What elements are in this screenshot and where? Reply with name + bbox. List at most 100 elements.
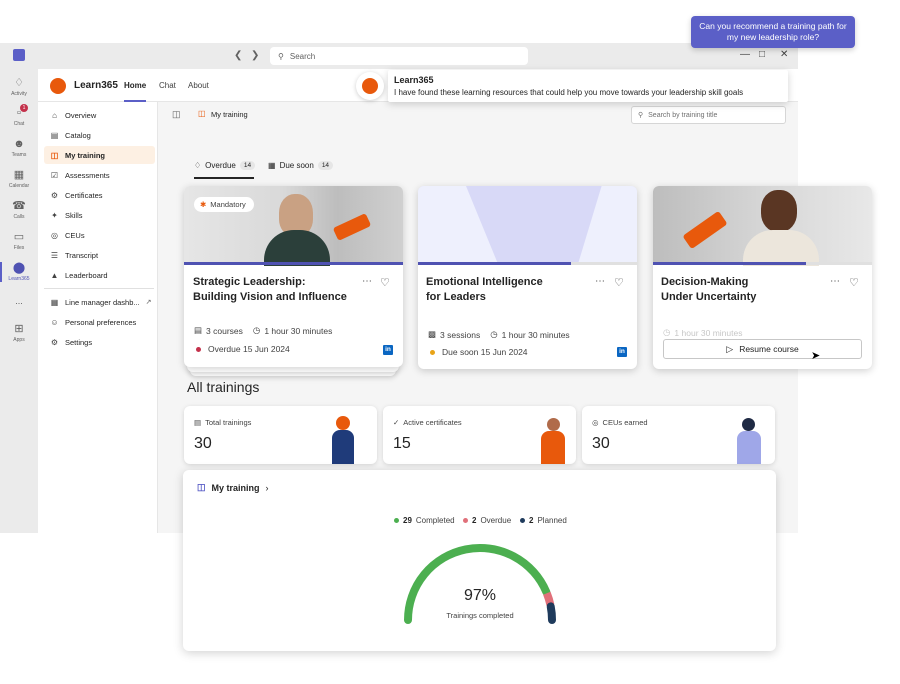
course-count: 3 sessions bbox=[440, 329, 481, 340]
rail-item-files[interactable]: ▭ Files bbox=[0, 231, 38, 251]
my-training-card-header[interactable]: ◫ My training › bbox=[197, 482, 269, 493]
clock-icon: ◷ bbox=[252, 325, 261, 335]
rail-item-more[interactable]: ... bbox=[0, 296, 38, 306]
sidebar-item-label: Assessments bbox=[65, 170, 110, 180]
forward-arrow-icon[interactable]: ❯ bbox=[251, 50, 259, 61]
sidebar-item-label: Transcript bbox=[65, 250, 99, 260]
open-book-icon: ◫ bbox=[198, 109, 206, 118]
skills-icon: ✦ bbox=[51, 210, 58, 220]
heart-icon[interactable]: ♡ bbox=[614, 276, 624, 289]
rail-item-calendar[interactable]: ▦ Calendar bbox=[0, 169, 38, 189]
card-title: My training bbox=[211, 482, 260, 493]
maximize-icon[interactable]: □ bbox=[759, 49, 765, 60]
sidebar-item-assessments[interactable]: ☑ Assessments bbox=[44, 166, 155, 184]
tab-home[interactable]: Home bbox=[124, 81, 146, 90]
filter-tab-overdue[interactable]: ♢ Overdue 14 bbox=[194, 161, 256, 170]
more-options-icon[interactable]: ⋯ bbox=[595, 276, 606, 287]
filter-tab-due-soon[interactable]: ▦ Due soon 14 bbox=[268, 161, 334, 170]
ceu-icon: ◎ bbox=[592, 418, 599, 427]
phone-icon: ☎ bbox=[12, 200, 26, 212]
illustration-person bbox=[547, 418, 560, 431]
button-label: Resume course bbox=[739, 344, 799, 354]
sidebar-divider bbox=[44, 288, 154, 289]
linkedin-icon: in bbox=[617, 347, 627, 357]
minimize-icon[interactable]: — bbox=[740, 49, 750, 60]
sidebar-item-catalog[interactable]: ▤ Catalog bbox=[44, 126, 155, 144]
chevron-right-icon: › bbox=[265, 482, 269, 493]
illustration-person bbox=[336, 416, 350, 430]
training-search-placeholder: Search by training title bbox=[648, 111, 718, 119]
rail-item-teams[interactable]: ☻ Teams bbox=[0, 138, 38, 158]
sidebar-item-personal-preferences[interactable]: ☺ Personal preferences bbox=[44, 313, 155, 331]
course-title-line: for Leaders bbox=[426, 291, 486, 303]
sidebar-item-label: Settings bbox=[65, 337, 93, 347]
training-search-input[interactable]: ⚲ Search by training title bbox=[631, 106, 786, 124]
decorative-shape bbox=[578, 186, 637, 264]
illustration-person-body bbox=[541, 431, 565, 464]
course-progress-fill bbox=[653, 262, 807, 265]
decorative-shape bbox=[418, 186, 498, 264]
legend-count: 2 bbox=[529, 516, 534, 525]
sidebar-item-transcript[interactable]: ☰ Transcript bbox=[44, 246, 155, 264]
course-card[interactable]: Decision-Making Under Uncertainty ⋯ ♡ ◷ 1 … bbox=[653, 186, 872, 369]
close-icon[interactable]: ✕ bbox=[780, 49, 788, 60]
sidebar-item-skills[interactable]: ✦ Skills bbox=[44, 206, 155, 224]
leaderboard-icon: ▲ bbox=[50, 270, 59, 280]
more-options-icon[interactable]: ⋯ bbox=[362, 276, 373, 287]
course-duration: 1 hour 30 minutes bbox=[674, 327, 743, 338]
clock-icon: ◷ bbox=[490, 329, 498, 339]
heart-icon[interactable]: ♡ bbox=[849, 276, 859, 289]
transcript-icon: ☰ bbox=[50, 250, 59, 260]
filter-label: Due soon bbox=[279, 161, 314, 170]
course-title: Emotional Intelligence for Leaders bbox=[426, 275, 543, 305]
course-card[interactable]: ✱ Mandatory Strategic Leadership: Building… bbox=[184, 186, 403, 367]
legend-dot bbox=[463, 518, 468, 523]
sidebar-item-overview[interactable]: ⌂ Overview bbox=[44, 106, 155, 124]
legend-dot bbox=[394, 518, 399, 523]
stat-card-total[interactable]: ▤ Total trainings 30 bbox=[184, 406, 377, 464]
search-icon: ⚲ bbox=[638, 112, 644, 119]
rail-item-learn365[interactable]: ⬤ Learn365 bbox=[0, 262, 38, 282]
sidebar-item-ceus[interactable]: ◎ CEUs bbox=[44, 226, 155, 244]
rail-item-activity[interactable]: ♢ Activity bbox=[0, 77, 38, 97]
rail-item-calls[interactable]: ☎ Calls bbox=[0, 200, 38, 220]
rail-label: Apps bbox=[13, 337, 25, 343]
rail-item-chat[interactable]: ▫ Chat bbox=[0, 107, 38, 127]
more-options-icon[interactable]: ⋯ bbox=[830, 276, 841, 287]
course-title: Strategic Leadership: Building Vision and… bbox=[193, 275, 347, 305]
back-arrow-icon[interactable]: ❮ bbox=[234, 50, 242, 61]
course-count: 3 courses bbox=[206, 325, 243, 336]
legend-count: 29 bbox=[403, 516, 412, 525]
app-name: Learn365 bbox=[74, 80, 118, 91]
course-title: Decision-Making Under Uncertainty bbox=[661, 275, 756, 305]
tab-chat[interactable]: Chat bbox=[159, 81, 176, 90]
learn365-logo-icon bbox=[50, 78, 66, 94]
bell-icon: ♢ bbox=[14, 77, 24, 89]
sidebar-item-leaderboard[interactable]: ▲ Leaderboard bbox=[44, 266, 155, 284]
sidebar-item-my-training[interactable]: ◫ My training bbox=[44, 146, 155, 164]
rail-item-apps[interactable]: ⊞ Apps bbox=[0, 323, 38, 343]
calendar-icon: ▦ bbox=[268, 161, 276, 170]
stat-card-certificates[interactable]: ✓ Active certificates 15 bbox=[383, 406, 576, 464]
status-dot bbox=[430, 349, 435, 355]
resume-course-button[interactable]: ▷ Resume course bbox=[663, 339, 862, 359]
sidebar-item-certificates[interactable]: ⚙ Certificates bbox=[44, 186, 155, 204]
orange-ribbon-shape bbox=[332, 213, 372, 241]
teams-icon: ☻ bbox=[13, 138, 25, 150]
checklist-icon: ☑ bbox=[50, 170, 59, 180]
course-card[interactable]: Emotional Intelligence for Leaders ⋯ ♡ ▩ 3… bbox=[418, 186, 637, 369]
sidebar-item-label: CEUs bbox=[65, 230, 85, 240]
heart-icon[interactable]: ♡ bbox=[380, 276, 390, 289]
sidebar-item-line-manager[interactable]: ▦ Line manager dashb... ↗ bbox=[44, 293, 155, 311]
open-book-icon: ◫ bbox=[50, 150, 59, 160]
sidebar-item-label: Personal preferences bbox=[65, 317, 137, 327]
course-title-line: Under Uncertainty bbox=[661, 291, 757, 303]
orange-ribbon-shape bbox=[682, 210, 728, 250]
rail-label: Files bbox=[13, 245, 25, 251]
sidebar-item-settings[interactable]: ⚙ Settings bbox=[44, 333, 155, 351]
mouse-cursor-icon: ➤ bbox=[811, 350, 821, 362]
panel-toggle-icon[interactable]: ◫ bbox=[172, 109, 181, 120]
global-search-input[interactable]: ⚲ Search bbox=[270, 47, 528, 65]
tab-about[interactable]: About bbox=[188, 81, 209, 90]
stat-card-ceus[interactable]: ◎ CEUs earned 30 bbox=[582, 406, 775, 464]
